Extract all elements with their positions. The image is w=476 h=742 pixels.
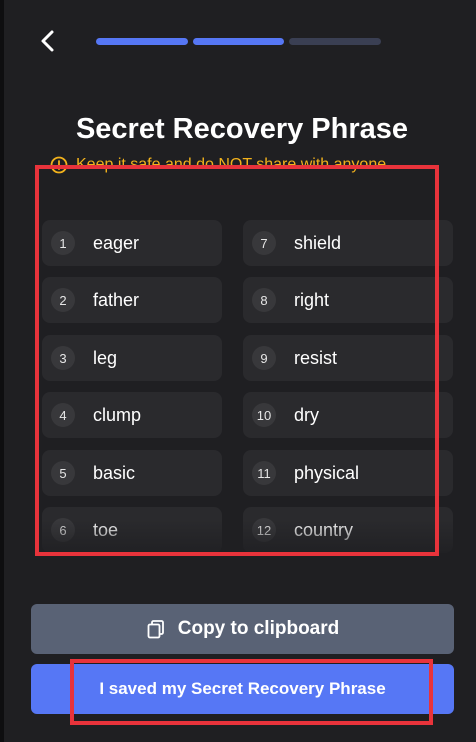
word-card-6: 6 toe — [42, 507, 222, 553]
word-card-8: 8 right — [243, 277, 453, 323]
word-text: father — [93, 289, 140, 310]
word-text: resist — [294, 347, 338, 368]
word-text: country — [294, 519, 354, 540]
word-text: leg — [93, 347, 118, 368]
word-card-7: 7 shield — [243, 220, 453, 266]
word-card-9: 9 resist — [243, 335, 453, 381]
word-text: toe — [93, 519, 119, 540]
word-text: clump — [93, 404, 142, 425]
word-number: 4 — [51, 403, 75, 427]
word-card-1: 1 eager — [42, 220, 222, 266]
word-card-5: 5 basic — [42, 450, 222, 496]
saved-button-label: I saved my Secret Recovery Phrase — [99, 679, 386, 698]
word-card-11: 11 physical — [243, 450, 453, 496]
word-number: 11 — [252, 461, 276, 485]
progress-step-3 — [289, 38, 381, 45]
copy-icon — [147, 620, 164, 639]
page-title: Secret Recovery Phrase — [75, 113, 409, 145]
copy-button-label: Copy to clipboard — [177, 618, 340, 639]
saved-phrase-button[interactable]: I saved my Secret Recovery Phrase — [31, 664, 454, 714]
word-number: 10 — [252, 403, 276, 427]
warning-message: Keep it safe and do NOT share with anyon… — [50, 156, 386, 174]
word-card-4: 4 clump — [42, 392, 222, 438]
word-card-3: 3 leg — [42, 335, 222, 381]
warning-text: Keep it safe and do NOT share with anyon… — [76, 156, 387, 173]
word-text: right — [294, 289, 330, 310]
word-card-2: 2 father — [42, 277, 222, 323]
progress-step-2 — [193, 38, 284, 45]
word-number: 1 — [51, 231, 75, 255]
word-number: 8 — [252, 288, 276, 312]
warning-circle-icon — [50, 156, 68, 174]
window-edge — [0, 0, 4, 742]
word-number: 7 — [252, 231, 276, 255]
word-text: shield — [294, 232, 342, 253]
word-text: basic — [93, 462, 136, 483]
word-number: 9 — [252, 346, 276, 370]
word-card-12: 12 country — [243, 507, 453, 553]
word-number: 6 — [51, 518, 75, 542]
word-text: eager — [93, 232, 140, 253]
word-number: 3 — [51, 346, 75, 370]
word-number: 5 — [51, 461, 75, 485]
word-number: 2 — [51, 288, 75, 312]
progress-step-1 — [96, 38, 188, 45]
copy-to-clipboard-button[interactable]: Copy to clipboard — [31, 604, 454, 654]
back-button[interactable] — [34, 26, 62, 56]
word-card-10: 10 dry — [243, 392, 453, 438]
word-text: dry — [294, 404, 320, 425]
word-number: 12 — [252, 518, 276, 542]
chevron-left-icon — [41, 30, 54, 52]
word-text: physical — [294, 462, 360, 483]
